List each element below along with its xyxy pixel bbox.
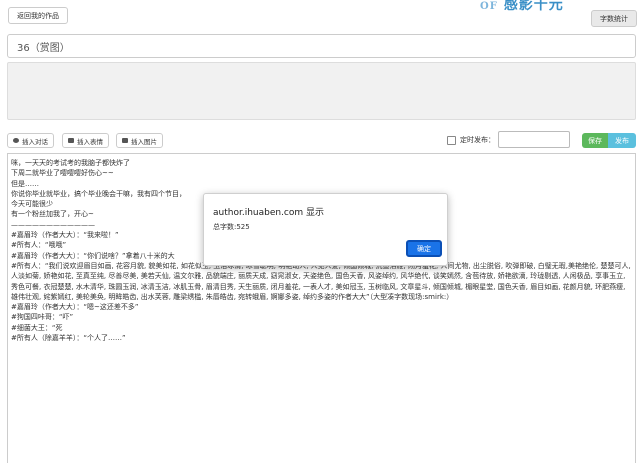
insert-image-label: 插入图片 bbox=[131, 137, 157, 146]
logo-prefix-mark: OF bbox=[480, 1, 498, 12]
emoji-icon bbox=[68, 138, 74, 143]
publish-button[interactable]: 发布 bbox=[608, 133, 636, 148]
chapter-title-value: 36（赏图） bbox=[17, 42, 70, 54]
alert-title: author.ihuaben.com 显示 bbox=[213, 208, 325, 218]
word-count-button-label: 字数统计 bbox=[600, 14, 628, 23]
chapter-title-input[interactable]: 36（赏图） bbox=[7, 34, 636, 58]
editor-line: #所有人（除嘉羊羊）：“个人了……” bbox=[11, 334, 126, 343]
insert-dialog-button[interactable]: 插入对话 bbox=[7, 133, 54, 148]
alert-ok-button[interactable]: 确定 bbox=[406, 240, 442, 257]
editor-line: 咪，一天天的考试考的我脑子都快炸了 bbox=[11, 159, 130, 167]
back-to-my-works-button[interactable]: 返回我的作品 bbox=[8, 7, 68, 24]
editor-line: #所有人：“我们说欢迎眉目如画, 花容月貌, 貌美如花, 如花似玉, 玉洁冰清,… bbox=[11, 261, 631, 301]
alert-dialog: author.ihuaben.com 显示 总字数:525 确定 bbox=[203, 193, 448, 266]
editor-line: #嘉眉玲（作者大大）：“嗯~这还差不多” bbox=[11, 303, 139, 312]
publish-button-label: 发布 bbox=[615, 136, 629, 145]
save-button[interactable]: 保存 bbox=[582, 133, 608, 148]
alert-ok-label: 确定 bbox=[417, 244, 431, 253]
insert-dialog-label: 插入对话 bbox=[22, 137, 48, 146]
timed-publish-label: 定时发布： bbox=[460, 136, 495, 144]
insert-emoji-button[interactable]: 插入表情 bbox=[62, 133, 109, 148]
insert-emoji-label: 插入表情 bbox=[77, 137, 103, 146]
publish-time-input[interactable] bbox=[498, 131, 570, 148]
save-button-label: 保存 bbox=[588, 136, 602, 145]
editor-line: #细菌大王：“死 bbox=[11, 323, 63, 332]
picture-icon bbox=[122, 138, 128, 143]
timed-publish-checkbox[interactable] bbox=[447, 135, 456, 145]
timed-publish-area: 定时发布： bbox=[447, 135, 495, 145]
editor-line: #狗国四咔哥：“吓” bbox=[11, 313, 74, 322]
logo-text: 感影千元 bbox=[503, 0, 564, 13]
site-logo: OF 感影千元 bbox=[480, 0, 564, 14]
back-button-label: 返回我的作品 bbox=[17, 11, 59, 20]
editor-line: 下周二就毕业了嘤嘤嘤好伤心~~ bbox=[11, 169, 114, 178]
editor-line: 但是…… bbox=[11, 179, 39, 188]
insert-image-button[interactable]: 插入图片 bbox=[116, 133, 163, 148]
chat-bubble-icon bbox=[13, 138, 19, 143]
word-count-button[interactable]: 字数统计 bbox=[591, 10, 637, 27]
alert-message: 总字数:525 bbox=[213, 223, 250, 231]
chapter-summary-box[interactable] bbox=[7, 62, 636, 120]
